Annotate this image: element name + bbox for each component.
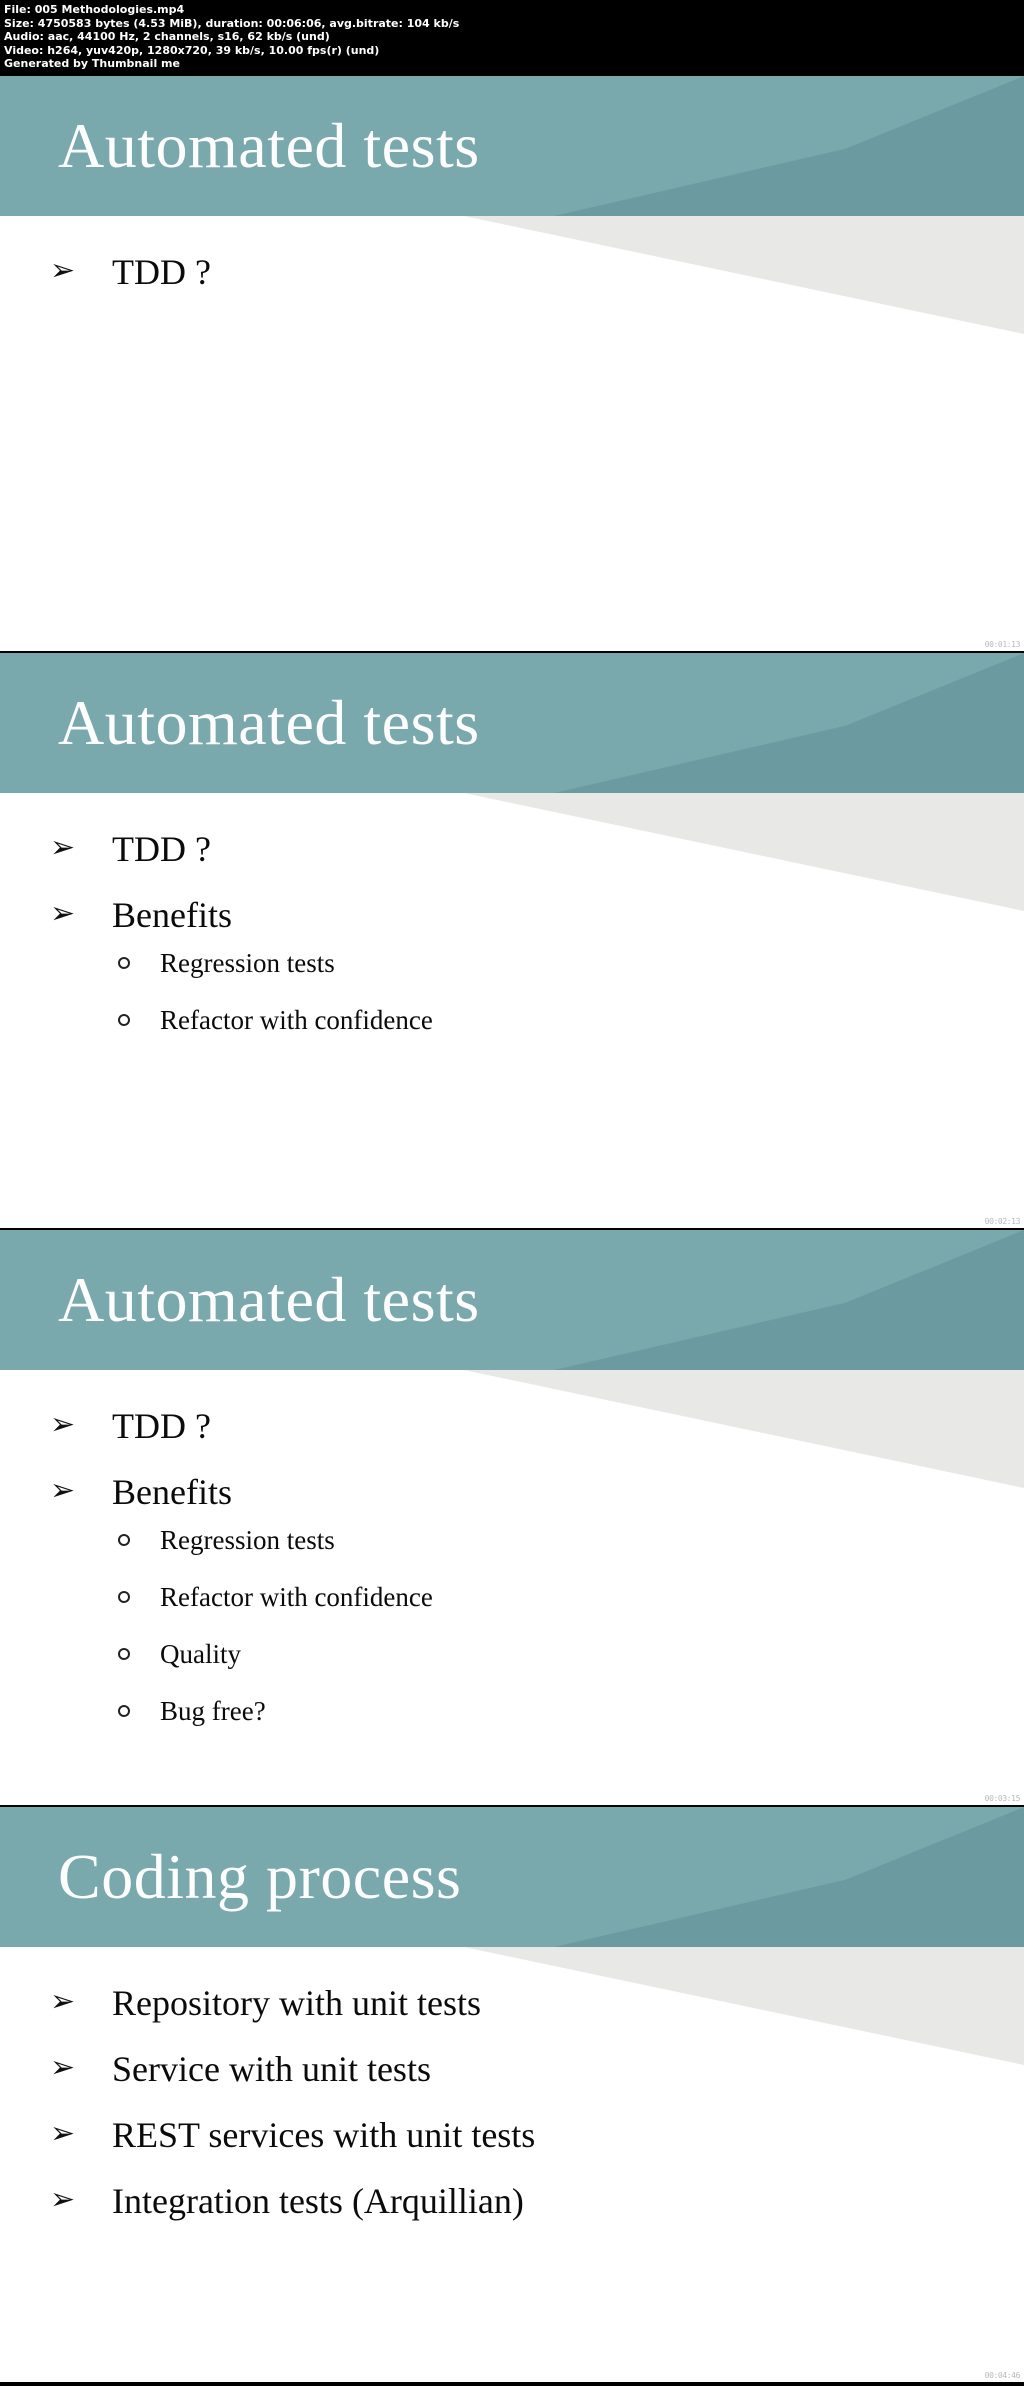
sub-bullet-item: Bug free? <box>112 1695 1024 1728</box>
sub-bullet-label: Regression tests <box>160 1525 335 1555</box>
header-diagonal-wedge <box>554 76 1024 216</box>
slide-title: Automated tests <box>58 110 480 181</box>
slide-header-band: Automated tests <box>0 653 1024 793</box>
slide-timestamp: 00:02:13 <box>984 1217 1021 1226</box>
bullet-label: TDD ? <box>112 252 211 292</box>
slide-thumbnail[interactable]: Automated tests ➢ TDD ? ➢ Benefits Regression… <box>0 1229 1024 1806</box>
bullet-item: ➢ Integration tests (Arquillian) <box>0 2179 1024 2223</box>
slide-title: Coding process <box>58 1841 462 1912</box>
bullet-label: REST services with unit tests <box>112 2115 536 2155</box>
meta-size-line: Size: 4750583 bytes (4.53 MiB), duration… <box>4 16 460 30</box>
arrow-bullet-icon: ➢ <box>50 1407 76 1442</box>
bullet-list: ➢ TDD ? <box>0 250 1024 294</box>
header-diagonal-wedge <box>554 653 1024 793</box>
bullet-list: ➢ TDD ? ➢ Benefits Regression tests Refactor … <box>0 1404 1024 1728</box>
bullet-item: ➢ REST services with unit tests <box>0 2113 1024 2157</box>
circle-outline-bullet-icon <box>118 1014 130 1026</box>
sub-bullet-item: Quality <box>112 1638 1024 1671</box>
sub-bullet-label: Refactor with confidence <box>160 1582 433 1612</box>
slide-timestamp: 00:01:13 <box>984 640 1021 649</box>
sub-bullet-item: Regression tests <box>112 947 1024 980</box>
bullet-label: TDD ? <box>112 829 211 869</box>
slide-title: Automated tests <box>58 1264 480 1335</box>
meta-file-line: File: 005 Methodologies.mp4 <box>4 3 185 16</box>
sub-bullet-item: Refactor with confidence <box>112 1581 1024 1614</box>
circle-outline-bullet-icon <box>118 957 130 969</box>
bullet-list: ➢ TDD ? ➢ Benefits Regression tests Refactor … <box>0 827 1024 1037</box>
sub-bullet-item: Refactor with confidence <box>112 1004 1024 1037</box>
header-diagonal-wedge <box>554 1230 1024 1370</box>
sub-bullet-list: Regression tests Refactor with confidence… <box>112 1524 1024 1728</box>
bullet-label: Service with unit tests <box>112 2049 431 2089</box>
sub-bullet-label: Regression tests <box>160 948 335 978</box>
slide-thumbnail[interactable]: Automated tests ➢ TDD ? 00:01:13 <box>0 75 1024 652</box>
slide-timestamp: 00:03:15 <box>984 1794 1021 1803</box>
circle-outline-bullet-icon <box>118 1705 130 1717</box>
arrow-bullet-icon: ➢ <box>50 253 76 288</box>
bullet-item: ➢ Repository with unit tests <box>0 1981 1024 2025</box>
arrow-bullet-icon: ➢ <box>50 1473 76 1508</box>
thumbnail-contact-sheet: Automated tests ➢ TDD ? 00:01:13 Automated t… <box>0 75 1024 2383</box>
circle-outline-bullet-icon <box>118 1591 130 1603</box>
slide-timestamp: 00:04:46 <box>984 2371 1021 2380</box>
meta-generator-line: Generated by Thumbnail me <box>4 57 180 70</box>
arrow-bullet-icon: ➢ <box>50 2116 76 2151</box>
slide-title: Automated tests <box>58 687 480 758</box>
slide-thumbnail[interactable]: Automated tests ➢ TDD ? ➢ Benefits Regression… <box>0 652 1024 1229</box>
slide-content: ➢ TDD ? ➢ Benefits Regression tests Refactor … <box>0 1370 1024 1752</box>
bullet-item: ➢ TDD ? <box>0 250 1024 294</box>
sub-bullet-item: Regression tests <box>112 1524 1024 1557</box>
arrow-bullet-icon: ➢ <box>50 896 76 931</box>
circle-outline-bullet-icon <box>118 1534 130 1546</box>
meta-video-line: Video: h264, yuv420p, 1280x720, 39 kb/s,… <box>4 43 380 57</box>
slide-header-band: Automated tests <box>0 76 1024 216</box>
slide-header-band: Coding process <box>0 1807 1024 1947</box>
arrow-bullet-icon: ➢ <box>50 2050 76 2085</box>
meta-audio-line: Audio: aac, 44100 Hz, 2 channels, s16, 6… <box>4 30 330 43</box>
bullet-item: ➢ Service with unit tests <box>0 2047 1024 2091</box>
bullet-label: Benefits <box>112 895 232 935</box>
slide-content: ➢ TDD ? <box>0 216 1024 316</box>
slide-content: ➢ Repository with unit tests ➢ Service with… <box>0 1947 1024 2245</box>
bullet-label: Integration tests (Arquillian) <box>112 2181 524 2221</box>
header-diagonal-wedge <box>554 1807 1024 1947</box>
sub-bullet-label: Bug free? <box>160 1696 266 1726</box>
bullet-item: ➢ TDD ? <box>0 1404 1024 1448</box>
bullet-label: Benefits <box>112 1472 232 1512</box>
slide-thumbnail[interactable]: Coding process ➢ Repository with unit test… <box>0 1806 1024 2383</box>
sub-bullet-label: Quality <box>160 1639 241 1669</box>
bullet-item: ➢ TDD ? <box>0 827 1024 871</box>
bullet-item: ➢ Benefits Regression tests Refactor with c… <box>0 893 1024 1037</box>
arrow-bullet-icon: ➢ <box>50 830 76 865</box>
slide-header-band: Automated tests <box>0 1230 1024 1370</box>
arrow-bullet-icon: ➢ <box>50 1984 76 2019</box>
bullet-list: ➢ Repository with unit tests ➢ Service with… <box>0 1981 1024 2223</box>
circle-outline-bullet-icon <box>118 1648 130 1660</box>
bullet-item: ➢ Benefits Regression tests Refactor with c… <box>0 1470 1024 1728</box>
arrow-bullet-icon: ➢ <box>50 2182 76 2217</box>
slide-content: ➢ TDD ? ➢ Benefits Regression tests Refactor … <box>0 793 1024 1061</box>
bullet-label: Repository with unit tests <box>112 1983 481 2023</box>
video-metadata-header: File: 005 Methodologies.mp4 Size: 475058… <box>0 0 1024 75</box>
bullet-label: TDD ? <box>112 1406 211 1446</box>
sub-bullet-label: Refactor with confidence <box>160 1005 433 1035</box>
sub-bullet-list: Regression tests Refactor with confidence <box>112 947 1024 1037</box>
